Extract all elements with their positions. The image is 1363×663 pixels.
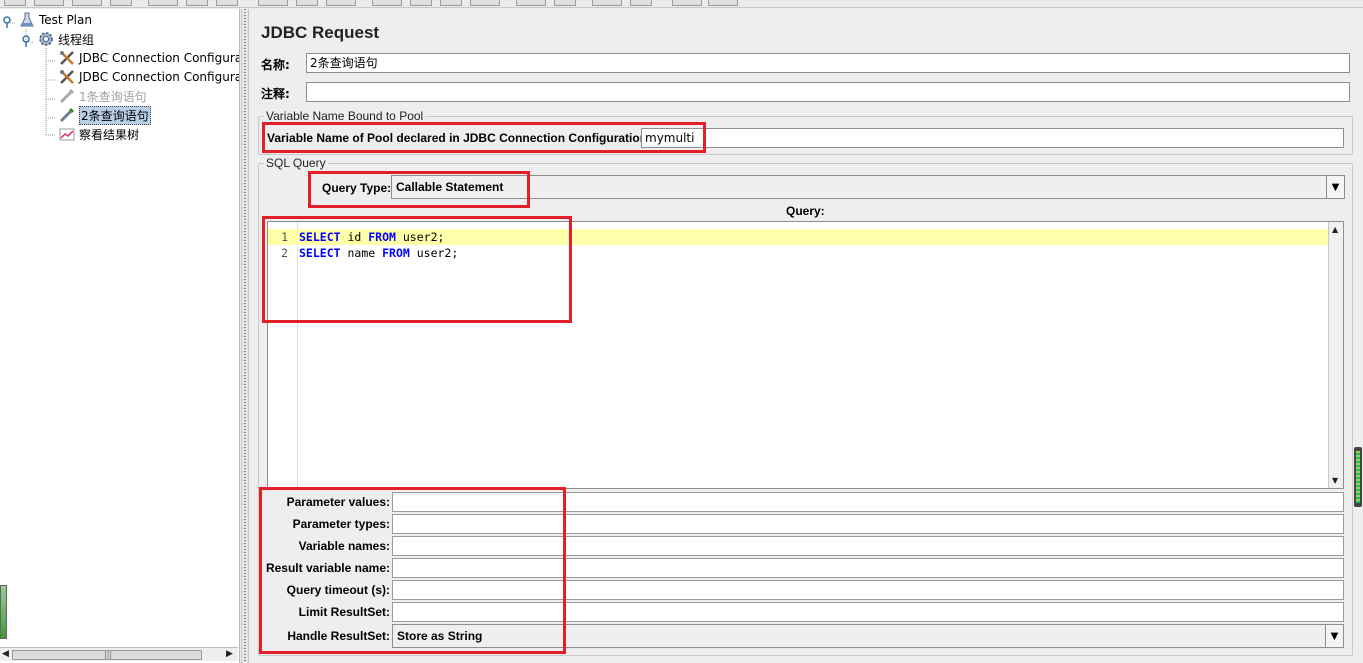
name-input[interactable]: 2条查询语句 [306, 53, 1350, 73]
toolbar-button[interactable] [186, 0, 208, 6]
parameter-types-input[interactable] [392, 514, 1344, 534]
tree-horizontal-scrollbar[interactable]: ◀ ||| ▶ [0, 647, 238, 661]
name-label: 名称: [261, 58, 290, 72]
jmeter-window: Test Plan 线程组 JDBC Connection Configurat… [0, 0, 1363, 663]
toolbar [0, 0, 1363, 8]
toolbar-button[interactable] [592, 0, 622, 6]
toolbar-button[interactable] [554, 0, 576, 6]
listener-graph-icon [58, 125, 76, 143]
chevron-down-icon[interactable]: ▼ [1326, 176, 1344, 198]
tree-item-sampler-selected[interactable]: 2条查询语句 [58, 105, 151, 125]
tree-item-thread-group[interactable]: 线程组 [37, 30, 94, 48]
tree-item-test-plan[interactable]: Test Plan [18, 11, 92, 29]
editor-vertical-scrollbar[interactable]: ▲ ▼ [1328, 222, 1343, 488]
memory-gauge [0, 585, 7, 639]
scroll-down-arrow-icon[interactable]: ▼ [1332, 476, 1338, 485]
code-line: 2 SELECT name FROM user2; [268, 245, 1330, 261]
tree-item-label: JDBC Connection Configurat [79, 51, 240, 65]
line-number-gutter [268, 222, 298, 488]
sql-query-legend: SQL Query [266, 156, 326, 170]
toolbar-button[interactable] [708, 0, 738, 6]
toolbar-button[interactable] [110, 0, 132, 6]
toolbar-button[interactable] [440, 0, 462, 6]
tree-item-jdbc-config-1[interactable]: JDBC Connection Configurat [58, 49, 240, 67]
tree-item-label: 2条查询语句 [79, 105, 151, 125]
code-text: SELECT name FROM user2; [299, 246, 459, 260]
scroll-left-arrow-icon[interactable]: ◀ [2, 649, 9, 659]
tree-item-label: 线程组 [58, 32, 95, 47]
scroll-right-arrow-icon[interactable]: ▶ [226, 649, 233, 659]
code-text: SELECT id FROM user2; [299, 230, 445, 244]
line-number: 1 [281, 230, 288, 244]
tree-item-jdbc-config-2[interactable]: JDBC Connection Configurat [58, 68, 240, 86]
comment-label: 注释: [261, 87, 290, 101]
query-type-label: Query Type: [322, 181, 392, 195]
query-editor-label: Query: [786, 204, 825, 218]
result-variable-name-label: Result variable name: [265, 561, 390, 575]
thread-group-gear-icon [37, 30, 55, 48]
page-title: JDBC Request [261, 23, 380, 42]
toolbar-button[interactable] [296, 0, 318, 6]
toolbar-button[interactable] [470, 0, 500, 6]
sampler-pipette-icon [58, 87, 76, 105]
comment-input[interactable] [306, 82, 1350, 102]
toolbar-button[interactable] [410, 0, 432, 6]
parameter-values-label: Parameter values: [286, 495, 390, 509]
handle-resultset-label: Handle ResultSet: [287, 629, 390, 643]
toolbar-button[interactable] [216, 0, 238, 6]
handle-resultset-select[interactable]: Store as String ▼ [392, 624, 1344, 648]
variable-names-label: Variable names: [298, 539, 390, 553]
query-editor[interactable]: 1 SELECT id FROM user2; 2 SELECT name FR… [267, 221, 1344, 489]
toolbar-button[interactable] [516, 0, 546, 6]
toolbar-button[interactable] [4, 0, 26, 6]
toolbar-button[interactable] [372, 0, 402, 6]
jdbc-request-panel: JDBC Request 名称: 2条查询语句 注释: Variable Nam… [250, 9, 1363, 663]
test-plan-icon [18, 11, 36, 29]
toolbar-button[interactable] [148, 0, 178, 6]
toolbar-button[interactable] [630, 0, 652, 6]
scroll-up-arrow-icon[interactable]: ▲ [1332, 225, 1338, 234]
toolbar-button[interactable] [258, 0, 288, 6]
config-tools-icon [58, 49, 76, 67]
limit-resultset-input[interactable] [392, 602, 1344, 622]
sampler-pipette-icon [58, 106, 76, 124]
query-type-value: Callable Statement [396, 180, 504, 194]
toolbar-button[interactable] [326, 0, 356, 6]
config-tools-icon [58, 68, 76, 86]
tree-item-view-results-tree[interactable]: 察看结果树 [58, 125, 139, 143]
tree-item-sampler-disabled[interactable]: 1条查询语句 [58, 87, 147, 105]
toolbar-button[interactable] [72, 0, 102, 6]
toolbar-button[interactable] [672, 0, 702, 6]
query-timeout-label: Query timeout (s): [286, 583, 390, 597]
toolbar-button[interactable] [34, 0, 64, 6]
code-line: 1 SELECT id FROM user2; [268, 229, 1330, 245]
line-number: 2 [281, 246, 288, 260]
tree-item-label: 察看结果树 [79, 127, 140, 142]
parameter-values-input[interactable] [392, 492, 1344, 512]
handle-resultset-value: Store as String [397, 629, 483, 643]
query-timeout-input[interactable] [392, 580, 1344, 600]
pool-section-legend: Variable Name Bound to Pool [266, 109, 424, 123]
scrollbar-grip: ||| [104, 650, 113, 659]
test-plan-tree[interactable]: Test Plan 线程组 JDBC Connection Configurat… [0, 9, 240, 663]
pool-name-label: Variable Name of Pool declared in JDBC C… [267, 131, 652, 145]
scroll-indicator [1354, 447, 1362, 507]
tree-item-label: 1条查询语句 [79, 89, 147, 104]
limit-resultset-label: Limit ResultSet: [298, 605, 390, 619]
tree-item-label: Test Plan [39, 13, 92, 27]
result-variable-name-input[interactable] [392, 558, 1344, 578]
variable-names-input[interactable] [392, 536, 1344, 556]
pool-name-input[interactable]: mymulti [641, 128, 1344, 148]
chevron-down-icon[interactable]: ▼ [1325, 625, 1343, 647]
parameter-types-label: Parameter types: [292, 517, 390, 531]
pane-splitter[interactable] [241, 9, 249, 663]
query-type-select[interactable]: Callable Statement ▼ [391, 175, 1345, 199]
tree-item-label: JDBC Connection Configurat [79, 70, 240, 84]
